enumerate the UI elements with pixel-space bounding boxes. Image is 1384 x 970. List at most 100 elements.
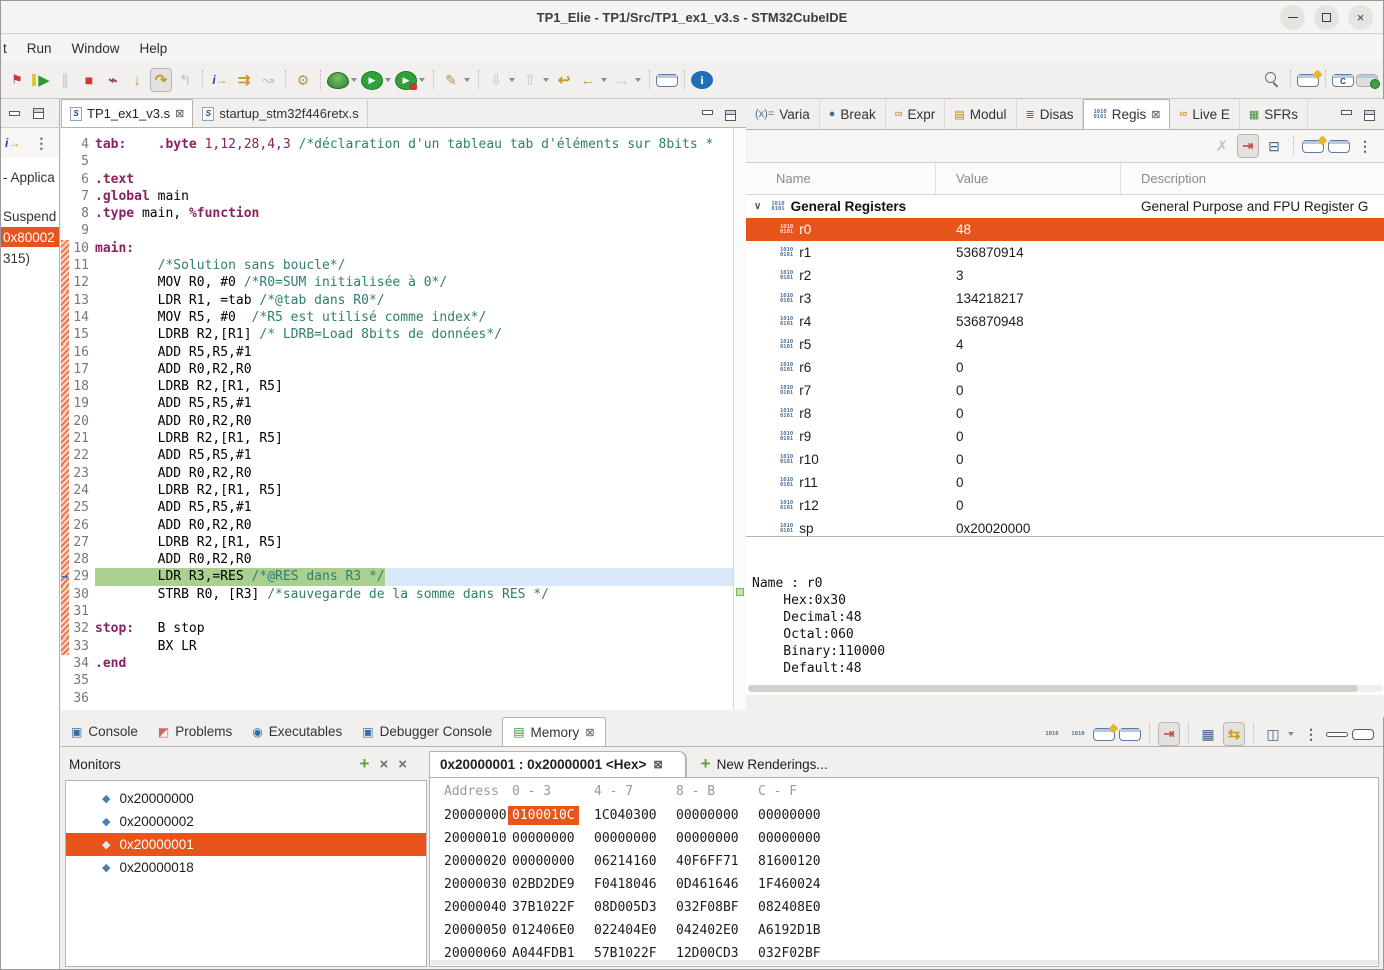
editor-tab-startup_stm32f446retx.s[interactable]: Sstartup_stm32f446retx.s [193,99,367,127]
build-button[interactable]: ⚙ [292,68,314,92]
last-edit-location-button[interactable]: ↩ [553,68,575,92]
pin-memory-view-button[interactable] [1119,728,1141,741]
register-row-r6[interactable]: 1010 0101r60 [746,356,1384,379]
tab-memory[interactable]: ▤Memory⊠ [502,717,605,746]
maximize-window-button[interactable] [1314,5,1339,30]
memory-column-3[interactable]: 8 - B [676,784,758,799]
column-name[interactable]: Name [746,163,936,194]
column-value[interactable]: Value [936,163,1121,194]
monitor-item[interactable]: ◆0x20000018 [66,856,426,879]
memory-cell[interactable]: 81600120 [758,854,840,869]
register-row-r4[interactable]: 1010 0101r4536870948 [746,310,1384,333]
remove-all-monitors-button[interactable]: × [398,754,407,774]
code-editor[interactable]: 4tab: .byte 1,12,28,4,3 /*déclaration d'… [61,128,746,710]
tab-executables[interactable]: ◉Executables [242,717,352,746]
step-return-button[interactable]: ↰ [174,68,196,92]
tab-regis[interactable]: 1010 0101Regis⊠ [1083,99,1170,129]
memory-cell[interactable]: 40F6FF71 [676,854,758,869]
editor-tab-TP1_ex1_v3.s[interactable]: STP1_ex1_v3.s⊠ [61,99,193,127]
maximize-view-button[interactable] [1352,729,1374,740]
step-over-button[interactable]: ↷ [150,68,172,92]
memory-cell[interactable]: F0418046 [594,877,676,892]
maximize-icon[interactable] [33,108,44,119]
cpp-perspective-button[interactable]: C [1332,74,1354,87]
table-rendering-button[interactable]: ▦ [1197,722,1219,746]
split-pane-button[interactable]: ◫ [1262,722,1284,746]
tab-debugger-console[interactable]: ▣Debugger Console [352,717,502,746]
memory-column-2[interactable]: 4 - 7 [594,784,676,799]
debug-perspective-button[interactable] [1356,74,1378,87]
new-view-button[interactable] [1302,140,1324,153]
memory-cell[interactable]: 12D00CD3 [676,946,758,961]
close-icon[interactable]: ⊠ [175,107,184,120]
search-icon[interactable] [1262,70,1284,90]
new-renderings-tab[interactable]: + New Renderings... [687,751,842,777]
profile-menu-button[interactable]: ▶ [395,71,417,90]
memory-cell[interactable]: 1C040300 [594,808,676,823]
back-button[interactable]: ← [577,68,599,92]
next-annotation-button-dropdown[interactable] [509,78,515,82]
tab-sfrs[interactable]: ▦SFRs [1240,99,1308,129]
menu-item-t[interactable]: t [1,38,17,59]
maximize-icon[interactable] [1364,110,1375,121]
next-annotation-button[interactable]: ⇩ [485,68,507,92]
minimize-window-button[interactable] [1280,5,1305,30]
step-into-button[interactable]: ↓ [126,68,148,92]
memory-cell[interactable]: 08D005D3 [594,900,676,915]
register-row-r12[interactable]: 1010 0101r120 [746,494,1384,517]
memory-cell[interactable]: 02BD2DE9 [512,877,594,892]
memory-cell[interactable]: 042402E0 [676,923,758,938]
run-menu-button[interactable]: ▶ [361,71,383,90]
register-group-row[interactable]: ∨1010 0101General RegistersGeneral Purpo… [746,195,1384,218]
new-memory-view-button[interactable] [1093,728,1115,741]
memory-cell[interactable]: 00000000 [512,831,594,846]
menu-item-run[interactable]: Run [17,38,62,59]
view-menu-button[interactable]: ⋮ [1300,722,1322,746]
disconnect-button[interactable]: ⌁ [102,68,124,92]
debug-menu-button-dropdown[interactable] [351,78,357,82]
memory-cell[interactable]: 032F08BF [676,900,758,915]
previous-annotation-button-dropdown[interactable] [543,78,549,82]
run-menu-button-dropdown[interactable] [385,78,391,82]
step-icon[interactable]: i→ [5,136,20,150]
register-row-r9[interactable]: 1010 0101r90 [746,425,1384,448]
forward-button[interactable]: → [611,68,633,92]
add-monitor-button[interactable]: + [360,754,370,774]
info-button[interactable]: i [691,71,713,89]
memory-cell[interactable]: 06214160 [594,854,676,869]
forward-button-dropdown[interactable] [635,78,641,82]
debug-frame-selected[interactable]: 0x80002 [1,227,59,247]
close-icon[interactable]: ⊠ [1151,108,1160,121]
memory-horizontal-scrollbar[interactable] [431,960,1377,965]
memory-cell[interactable]: 00000000 [758,808,840,823]
memory-cell[interactable]: 082408E0 [758,900,840,915]
previous-annotation-button[interactable]: ⇧ [519,68,541,92]
debug-menu-button[interactable] [327,72,349,89]
register-row-sp[interactable]: 1010 0101sp0x20020000 [746,517,1384,536]
view-menu-icon[interactable]: ⋮ [34,135,48,152]
memory-cell[interactable]: 00000000 [676,831,758,846]
tab-modul[interactable]: ▤Modul [945,99,1016,129]
memory-cell[interactable]: 1F460024 [758,877,840,892]
monitor-item[interactable]: ◆0x20000002 [66,810,426,833]
chevron-down-icon[interactable]: ∨ [754,201,761,212]
monitor-item[interactable]: ◆0x20000001 [66,833,426,856]
remove-monitor-button[interactable]: × [379,754,388,774]
tab-expr[interactable]: ∞Expr [886,99,946,129]
tab-break[interactable]: ●Break [820,99,886,129]
menu-item-help[interactable]: Help [130,38,178,59]
back-button-dropdown[interactable] [601,78,607,82]
memory-cell[interactable]: A6192D1B [758,923,840,938]
minimize-icon[interactable] [1341,110,1352,115]
step-into-instruction-button[interactable]: i→ [209,68,231,92]
memory-column-0[interactable]: Address [430,784,512,799]
tab-console[interactable]: ▣Console [61,717,148,746]
memory-cell[interactable]: 00000000 [758,831,840,846]
menu-item-window[interactable]: Window [62,38,130,59]
memory-cell[interactable]: 0D461646 [676,877,758,892]
switch-memory-button[interactable]: ⇆ [1223,722,1245,746]
memory-cell[interactable]: 57B1022F [594,946,676,961]
register-detail-pane[interactable]: Name : r0 Hex:0x30 Decimal:48 Octal:060 … [746,536,1384,695]
overview-ruler[interactable] [733,128,746,710]
minimize-icon[interactable] [9,111,20,116]
